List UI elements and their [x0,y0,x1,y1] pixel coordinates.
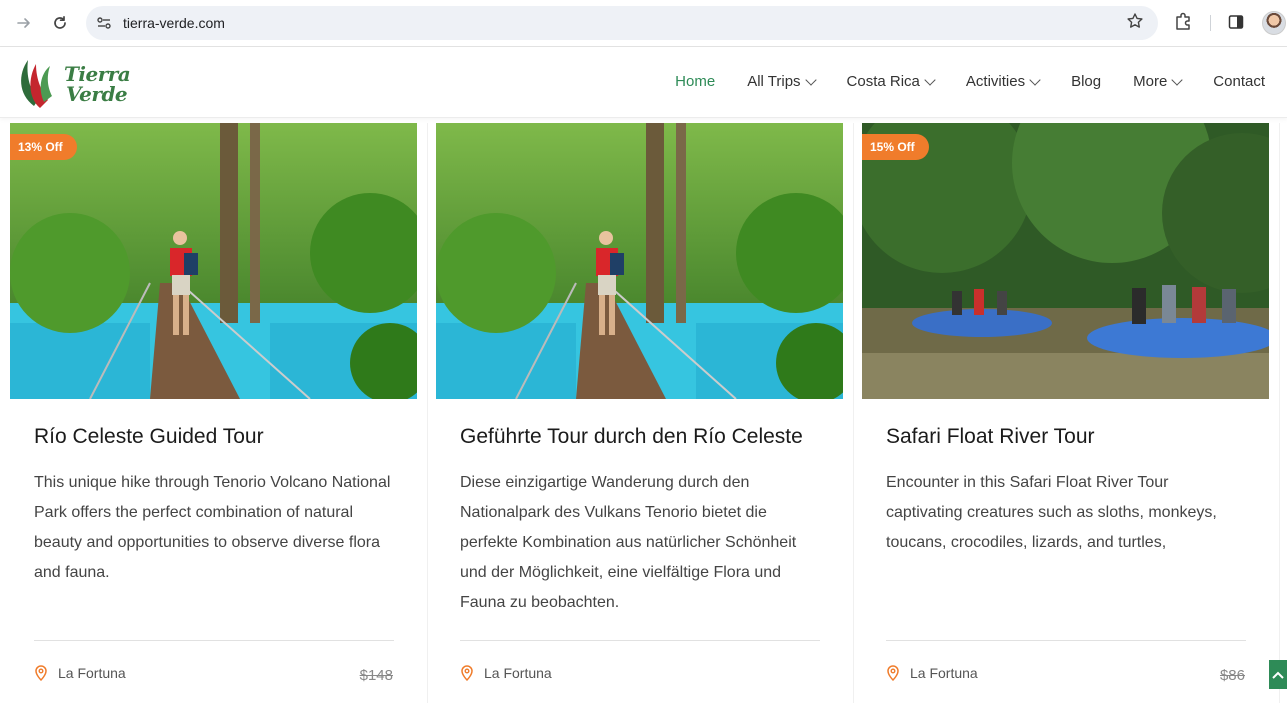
browser-toolbar: tierra-verde.com [0,0,1287,47]
site-settings-icon[interactable] [96,15,112,31]
chevron-down-icon [924,73,936,86]
logo-text-verde: Verde [66,82,128,106]
main-navigation: Home All Trips Costa Rica Activities Blo… [643,73,1265,90]
toolbar-divider [1210,15,1211,31]
tour-image-rio-celeste[interactable]: 13% Off [10,123,417,399]
tour-location-label: La Fortuna [484,665,552,681]
nav-more[interactable]: More [1133,73,1183,90]
tour-card[interactable]: 13% Off Río Celeste Guided Tour This uni… [10,123,428,703]
nav-blog-label: Blog [1071,73,1102,90]
nav-all-trips-label: All Trips [747,73,801,90]
tour-card[interactable]: Geführte Tour durch den Río Celeste Dies… [436,123,854,703]
nav-activities-label: Activities [965,73,1026,90]
nav-activities[interactable]: Activities [965,73,1041,90]
nav-more-label: More [1133,73,1168,90]
chevron-down-icon [1029,73,1041,86]
tour-location: La Fortuna [34,665,126,681]
tour-location: La Fortuna [460,665,552,681]
discount-badge: 13% Off [10,134,77,160]
tour-image-safari-float[interactable]: 15% Off [862,123,1269,399]
nav-contact[interactable]: Contact [1213,73,1265,90]
reload-icon[interactable] [48,11,72,35]
tour-location-label: La Fortuna [910,665,978,681]
nav-all-trips[interactable]: All Trips [747,73,817,90]
tour-location: La Fortuna [886,665,978,681]
tour-description: Diese einzigartige Wanderung durch den N… [460,474,797,611]
chevron-up-icon [1272,671,1284,679]
discount-badge: 15% Off [862,134,929,160]
tierra-verde-logo[interactable]: Tierra Verde [14,54,131,110]
nav-costa-rica[interactable]: Costa Rica [846,73,936,90]
tour-description: This unique hike through Tenorio Volcano… [34,474,391,581]
original-price: $148 [359,667,393,684]
nav-home[interactable]: Home [675,73,715,90]
chevron-down-icon [804,73,817,86]
tour-card[interactable]: 15% Off Safari Float River Tour Encounte… [862,123,1280,703]
location-pin-icon [887,665,899,681]
nav-contact-label: Contact [1213,73,1265,90]
tour-location-label: La Fortuna [58,665,126,681]
bookmark-star-icon[interactable] [1126,12,1144,35]
forward-icon[interactable] [12,11,36,35]
url-text[interactable]: tierra-verde.com [123,15,225,31]
nav-costa-rica-label: Costa Rica [846,73,920,90]
address-bar[interactable]: tierra-verde.com [86,6,1158,40]
card-divider [34,640,394,641]
profile-avatar[interactable] [1262,11,1286,35]
tour-image-rio-celeste-de[interactable] [436,123,843,399]
card-divider [886,640,1246,641]
scroll-to-top-button[interactable] [1269,660,1287,689]
nav-home-label: Home [675,73,716,90]
nav-blog[interactable]: Blog [1071,73,1101,90]
tour-title[interactable]: Geführte Tour durch den Río Celeste [460,425,803,449]
chevron-down-icon [1171,73,1183,86]
tour-title[interactable]: Safari Float River Tour [886,425,1095,449]
site-header: Tierra Verde Home All Trips Costa Rica A… [0,47,1287,118]
logo-flame-icon [21,60,52,108]
side-panel-icon[interactable] [1228,14,1244,30]
location-pin-icon [461,665,473,681]
tour-title[interactable]: Río Celeste Guided Tour [34,425,264,449]
original-price: $86 [1219,667,1245,684]
tour-description: Encounter in this Safari Float River Tou… [886,474,1217,551]
extensions-icon[interactable] [1172,11,1196,35]
location-pin-icon [35,665,47,681]
card-divider [460,640,820,641]
